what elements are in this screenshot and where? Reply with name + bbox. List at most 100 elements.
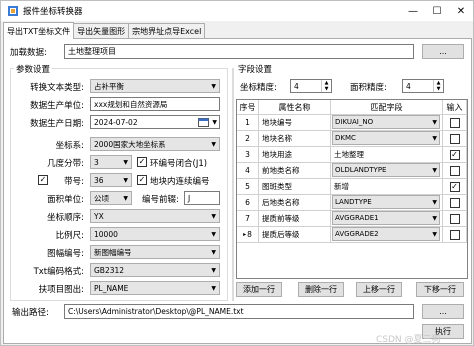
grid-field-select[interactable]: DKMC ▼ (332, 131, 440, 145)
grid-cell-field[interactable]: AVGGRADE1 ▼ (331, 211, 443, 227)
spinner-arrows-icon[interactable]: ▲ ▼ (321, 80, 331, 92)
tab-export-excel[interactable]: 宗地界址点导Excel (128, 23, 206, 38)
grid-cell-field[interactable]: DIKUAI_NO ▼ (331, 115, 443, 131)
date-picker[interactable]: 2024-07-02 ▼ (90, 115, 220, 129)
crs-select[interactable]: 2000国家大地坐标系 ▼ (90, 137, 220, 151)
output-browse-button[interactable]: ... (422, 304, 464, 319)
calendar-icon[interactable] (198, 117, 209, 128)
grid-input-checkbox[interactable] (449, 117, 460, 128)
grid-cell-name: 图斑类型 (259, 179, 331, 195)
grid-row-number-text: 3 (245, 150, 250, 159)
spinner-arrows-icon[interactable]: ▲ ▼ (433, 80, 443, 92)
convert-type-select[interactable]: 占补平衡 ▼ (90, 79, 220, 93)
encoding-select[interactable]: GB2312 ▼ (90, 263, 220, 277)
grid-input-checkbox[interactable]: ✓ (449, 149, 460, 160)
grid-cell-field[interactable]: DKMC ▼ (331, 131, 443, 147)
grid-cell-input: ✓ (443, 147, 467, 163)
producer-input[interactable]: xxx规划和自然资源局 (90, 97, 220, 111)
sheet-no-label: 图幅编号: (47, 249, 84, 259)
chevron-down-icon: ▼ (211, 267, 216, 274)
coord-order-value: YX (94, 211, 104, 221)
continuous-label: 地块内连续编号 (150, 177, 210, 187)
grid-cell-field[interactable]: OLDLANDTYPE ▼ (331, 163, 443, 179)
grid-input-checkbox[interactable] (449, 133, 460, 144)
chevron-down-icon: ▼ (123, 195, 128, 202)
grid-field-select[interactable]: AVGGRADE1 ▼ (332, 211, 440, 225)
grid-input-checkbox[interactable] (449, 213, 460, 224)
area-precision-spinner[interactable]: 4 ▲ ▼ (402, 79, 444, 93)
grid-field-select[interactable]: AVGGRADE2 ▼ (332, 227, 440, 241)
zone-method-select[interactable]: 3 ▼ (90, 155, 132, 169)
grid-row-number: 4 (237, 163, 259, 179)
output-path-input[interactable]: C:\Users\Administrator\Desktop\@PL_NAME.… (64, 304, 414, 319)
chevron-down-icon: ▼ (432, 215, 437, 222)
move-up-button[interactable]: 上移一行 (356, 282, 402, 297)
grid-row-number-text: 5 (245, 182, 250, 191)
load-data-label: 加载数据: (10, 48, 47, 58)
continuous-checkbox[interactable]: ✓ (137, 175, 147, 185)
delete-row-button[interactable]: 删除一行 (298, 282, 344, 297)
grid-input-checkbox[interactable] (449, 197, 460, 208)
chevron-down-icon: ▼ (211, 249, 216, 256)
convert-type-value: 占补平衡 (94, 81, 124, 91)
sheet-no-select[interactable]: 新图幅编号 ▼ (90, 245, 220, 259)
grid-cell-field[interactable]: 土地整理 (331, 147, 443, 163)
grid-cell-input (443, 227, 467, 243)
zone-no-label: 带号: (64, 177, 84, 187)
app-icon (7, 5, 19, 17)
prefix-input[interactable]: J (184, 191, 220, 205)
grid-cell-name: 地块用途 (259, 147, 331, 163)
add-row-button[interactable]: 添加一行 (236, 282, 282, 297)
maximize-button[interactable]: ☐ (425, 1, 449, 21)
tab-bar: 导出TXT坐标文件 导出矢量图形 宗地界址点导Excel (3, 22, 206, 39)
grid-field-select[interactable]: DIKUAI_NO ▼ (332, 115, 440, 129)
grid-cell-name: 地块编号 (259, 115, 331, 131)
grid-cell-field[interactable]: 新增 (331, 179, 443, 195)
precision-spinner[interactable]: 4 ▲ ▼ (290, 79, 332, 93)
move-down-button[interactable]: 下移一行 (416, 282, 464, 297)
grid-cell-input: ✓ (443, 179, 467, 195)
extended-select[interactable]: PL_NAME ▼ (90, 281, 220, 295)
zone-no-checkbox[interactable]: ✓ (38, 175, 48, 185)
precision-value: 4 (294, 81, 299, 91)
zone-no-value: 36 (94, 175, 104, 185)
zone-no-select[interactable]: 36 ▼ (90, 173, 132, 187)
tab-export-vector[interactable]: 导出矢量图形 (73, 23, 130, 38)
precision-label: 坐标精度: (240, 83, 277, 93)
grid-input-checkbox[interactable] (449, 229, 460, 240)
grid-header-name: 属性名称 (259, 100, 331, 115)
grid-cell-field[interactable]: AVGGRADE2 ▼ (331, 227, 443, 243)
grid-cell-field[interactable]: LANDTYPE ▼ (331, 195, 443, 211)
grid-cell-name: 后地类名称 (259, 195, 331, 211)
area-unit-label: 面积单位: (47, 195, 84, 205)
grid-cell-input (443, 211, 467, 227)
load-data-input[interactable]: 土地整理项目 (64, 44, 414, 59)
output-label: 输出路径: (12, 308, 49, 318)
current-row-marker: ▸ (243, 231, 247, 238)
ring-check-checkbox[interactable]: ✓ (137, 157, 147, 167)
grid-field-value: OLDLANDTYPE (335, 166, 387, 174)
load-browse-button[interactable]: ... (422, 44, 464, 59)
coord-order-select[interactable]: YX ▼ (90, 209, 220, 223)
close-button[interactable]: ✕ (449, 1, 473, 21)
grid-field-text: 土地整理 (334, 150, 364, 159)
grid-input-checkbox[interactable] (449, 165, 460, 176)
window-title: 报件坐标转换器 (23, 7, 83, 17)
tab-export-txt[interactable]: 导出TXT坐标文件 (3, 22, 75, 39)
fields-group (232, 68, 234, 301)
grid-cell-input (443, 195, 467, 211)
grid-row-number: 2 (237, 131, 259, 147)
grid-field-value: DKMC (335, 134, 356, 142)
chevron-down-icon[interactable]: ▼ (212, 119, 217, 126)
minimize-button[interactable]: — (401, 1, 425, 21)
encoding-label: Txt编码格式: (33, 267, 84, 277)
grid-field-select[interactable]: OLDLANDTYPE ▼ (332, 163, 440, 177)
chevron-down-icon: ▼ (432, 199, 437, 206)
grid-field-value: AVGGRADE2 (335, 230, 379, 238)
grid-input-checkbox[interactable]: ✓ (449, 181, 460, 192)
chevron-down-icon: ▼ (432, 231, 437, 238)
area-unit-select[interactable]: 公顷 ▼ (90, 191, 132, 205)
grid-field-select[interactable]: LANDTYPE ▼ (332, 195, 440, 209)
scale-select[interactable]: 10000 ▼ (90, 227, 220, 241)
crs-value: 2000国家大地坐标系 (94, 139, 166, 149)
